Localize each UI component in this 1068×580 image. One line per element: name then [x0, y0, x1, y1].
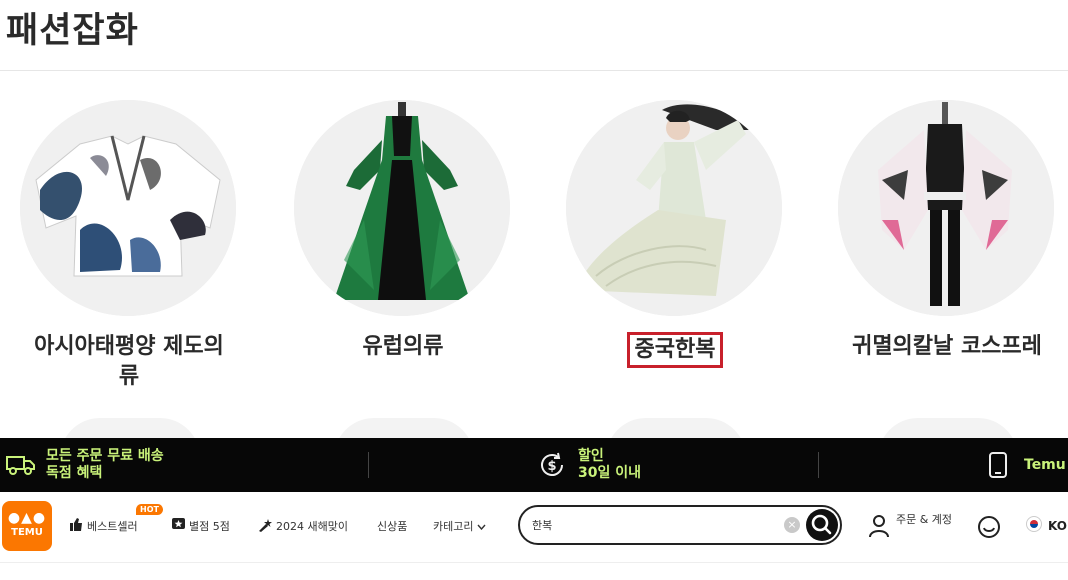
- category-asia-pacific[interactable]: 아시아태평양 제도의 류: [14, 100, 244, 400]
- support-icon[interactable]: [976, 514, 1002, 544]
- truck-icon: [6, 454, 36, 476]
- nav-category[interactable]: 카테고리: [433, 516, 487, 536]
- search-icon: [811, 514, 832, 535]
- nav-new-year-label: 2024 새해맞이: [276, 520, 348, 533]
- title-divider: [0, 70, 1068, 71]
- korea-flag-icon: [1026, 516, 1042, 535]
- page-title: 패션잡화: [6, 11, 139, 51]
- language-label: KO: [1048, 518, 1067, 533]
- search-button[interactable]: [806, 509, 838, 541]
- app-promo[interactable]: Temu: [988, 438, 1066, 492]
- star-badge-icon: [172, 518, 185, 534]
- nav-rating-label: 별점 5점: [189, 520, 230, 533]
- chevron-down-icon: [477, 520, 487, 533]
- category-label[interactable]: 유럽의류: [288, 332, 518, 362]
- account-label: 주문 & 계정: [896, 513, 953, 526]
- nav-new-arrivals-label: 신상품: [377, 520, 408, 533]
- phone-icon: [988, 451, 1008, 479]
- category-european-clothing[interactable]: 유럽의류: [288, 100, 518, 400]
- temu-logo[interactable]: ●▲● TEMU: [2, 501, 52, 551]
- site-header: ●▲● TEMU 베스트셀러 HOT 별점 5점 2024 새해맞이 신상품 카…: [0, 492, 1068, 580]
- divider: [0, 562, 1068, 563]
- firework-icon: [258, 518, 272, 535]
- nav-five-star[interactable]: 별점 5점: [172, 516, 230, 536]
- nav-new-year[interactable]: 2024 새해맞이: [258, 516, 348, 536]
- search-bar[interactable]: ×: [518, 505, 842, 545]
- category-chinese-hanbok[interactable]: 중국한복: [560, 100, 790, 400]
- free-shipping-promo[interactable]: 모든 주문 무료 배송 독점 혜택: [6, 438, 164, 492]
- nav-new-arrivals[interactable]: 신상품: [377, 516, 407, 536]
- discount-text: 할인 30일 이내: [578, 448, 641, 481]
- nav-category-label: 카테고리: [433, 520, 474, 533]
- category-demon-slayer-cosplay[interactable]: 귀멸의칼날 코스프레: [832, 100, 1062, 400]
- app-text: Temu: [1024, 456, 1066, 473]
- discount-promo[interactable]: $ 할인 30일 이내: [538, 438, 641, 492]
- category-label[interactable]: 귀멸의칼날 코스프레: [832, 332, 1062, 362]
- category-label[interactable]: 아시아태평양 제도의 류: [14, 332, 244, 392]
- nav-bestseller[interactable]: 베스트셀러: [70, 516, 138, 536]
- free-shipping-text: 모든 주문 무료 배송 독점 혜택: [46, 448, 164, 481]
- orders-account[interactable]: 주문 & 계정: [866, 510, 956, 544]
- divider: [818, 452, 819, 478]
- hot-badge: HOT: [136, 504, 163, 515]
- dollar-refresh-icon: $: [538, 451, 566, 479]
- search-input[interactable]: [532, 516, 782, 534]
- clear-search-icon[interactable]: ×: [784, 517, 800, 533]
- nav-bestseller-label: 베스트셀러: [87, 520, 138, 533]
- divider: [368, 452, 369, 478]
- language-selector[interactable]: KO: [1026, 516, 1067, 535]
- thumbs-up-icon: [70, 518, 83, 534]
- victorian-dress-image[interactable]: [294, 100, 510, 316]
- hanfu-image[interactable]: [566, 100, 782, 316]
- logo-text: TEMU: [11, 527, 43, 538]
- logo-symbols: ●▲●: [7, 510, 47, 526]
- promo-bar: 모든 주문 무료 배송 독점 혜택 $ 할인 30일 이내 Temu: [0, 438, 1068, 492]
- category-label-highlighted[interactable]: 중국한복: [560, 332, 790, 368]
- kimono-jacket-image[interactable]: [20, 100, 236, 316]
- cosplay-costume-image[interactable]: [838, 100, 1054, 316]
- svg-text:$: $: [547, 459, 556, 474]
- user-icon: [868, 514, 890, 542]
